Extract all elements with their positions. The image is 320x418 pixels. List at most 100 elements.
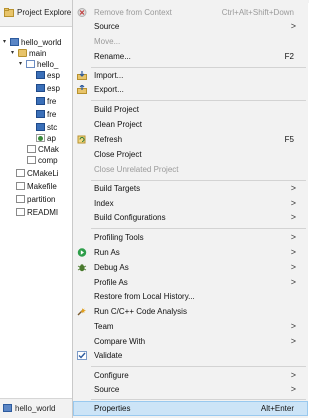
project-icon [10,38,19,46]
header-file-icon [36,123,45,131]
tree-item-file[interactable]: Makefile [16,181,57,192]
menu-item-team[interactable]: Team > [73,319,308,334]
project-explorer-icon [4,8,14,17]
submenu-arrow-icon: > [290,247,296,257]
menu-item-clean-project[interactable]: Clean Project [73,117,308,132]
tree-item-label: fre [47,97,57,106]
menu-separator [91,100,306,101]
tree-item-file[interactable]: esp [36,83,60,94]
tree-item-label: hello_world [21,38,62,47]
submenu-arrow-icon: > [290,232,296,242]
tree-item-label: esp [47,84,60,93]
tree-item-folder[interactable]: ▾ hello_ [19,59,58,70]
collapse-toggle-icon[interactable]: ▾ [19,59,26,70]
tree-item-label: Makefile [27,182,57,191]
collapse-toggle-icon[interactable]: ▾ [3,37,10,48]
header-file-icon [36,84,45,92]
menu-item-label: Source [94,22,120,31]
menu-item-run-as[interactable]: Run As > [73,245,308,260]
menu-item-properties[interactable]: Properties Alt+Enter [73,401,308,416]
menu-item-run-code-analysis[interactable]: Run C/C++ Code Analysis [73,304,308,319]
tree-item-file[interactable]: CMak [27,144,59,155]
menu-item-label: Rename... [94,52,131,61]
collapse-toggle-icon[interactable]: ▾ [11,48,18,59]
menu-item-profiling-tools[interactable]: Profiling Tools > [73,230,308,245]
menu-item-rename[interactable]: Rename... F2 [73,49,308,64]
menu-item-debug-as[interactable]: Debug As > [73,260,308,275]
tree-item-label: CMak [38,145,59,154]
tree-item-file[interactable]: CMakeLi [16,168,59,179]
menu-item-close-project[interactable]: Close Project [73,147,308,162]
source-file-dot [38,136,43,141]
menu-item-profile-as[interactable]: Profile As > [73,275,308,290]
menu-item-label: Run As [94,248,120,257]
menu-item-label: Build Configurations [94,213,166,222]
submenu-arrow-icon: > [290,198,296,208]
tree-item-file[interactable]: stc [36,122,57,133]
file-icon [27,145,36,153]
explorer-status-bar: hello_world [0,398,72,418]
header-file-icon [36,97,45,105]
menu-item-label: Team [94,322,114,331]
header-file-icon [36,110,45,118]
menu-item-label: Profile As [94,278,128,287]
tree-item-file[interactable]: READMI [16,207,58,218]
refresh-icon [77,135,86,144]
menu-item-build-project[interactable]: Build Project [73,102,308,117]
menu-item-label: Move... [94,37,121,46]
menu-item-label: Validate [94,351,123,360]
tree-item-file[interactable]: partition [16,194,55,205]
menu-item-label: Export... [94,85,124,94]
menu-item-label: Configure [94,371,129,380]
tree-item-label: main [29,49,47,58]
menu-item-validate[interactable]: Validate [73,348,308,363]
tree-item-file[interactable]: comp [27,155,58,166]
menu-item-shortcut: Alt+Enter [260,404,294,413]
tree-item-label: comp [38,156,58,165]
menu-item-source[interactable]: Source > [73,19,308,34]
menu-top-edge [73,0,309,3]
tree-item-file[interactable]: fre [36,96,56,107]
menu-item-restore-from-local-history[interactable]: Restore from Local History... [73,289,308,304]
tree-item-label: ap [47,134,56,143]
tree-item-label: hello_ [37,60,59,69]
menu-item-remove-from-context[interactable]: Remove from Context Ctrl+Alt+Shift+Down [73,5,308,20]
folder-icon [26,60,35,68]
menu-item-configure[interactable]: Configure > [73,368,308,383]
code-analysis-icon [77,308,86,316]
menu-item-move[interactable]: Move... [73,34,308,49]
menu-item-compare-with[interactable]: Compare With > [73,334,308,349]
tree-item-project[interactable]: ▾ hello_world [3,37,61,48]
submenu-arrow-icon: > [290,370,296,380]
menu-item-label: Remove from Context [94,8,172,17]
menu-item-close-unrelated-project[interactable]: Close Unrelated Project [73,162,308,177]
context-menu: Remove from Context Ctrl+Alt+Shift+Down … [72,0,309,418]
menu-item-export[interactable]: Export... [73,82,308,97]
tree-item-label: esp [47,71,60,80]
menu-item-build-targets[interactable]: Build Targets > [73,181,308,196]
menu-item-label: Close Project [94,150,142,159]
menu-item-label: Profiling Tools [94,233,144,242]
menu-item-index[interactable]: Index > [73,196,308,211]
tree-item-file[interactable]: ap [36,133,56,144]
tree-item-label: CMakeLi [27,169,59,178]
tree-item-file[interactable]: fre [36,109,56,120]
tree-item-file[interactable]: esp [36,70,60,81]
menu-item-build-configurations[interactable]: Build Configurations > [73,210,308,225]
menu-item-label: Properties [94,404,131,413]
submenu-arrow-icon: > [290,321,296,331]
selected-project-label: hello_world [15,404,56,413]
submenu-arrow-icon: > [290,336,296,346]
tree-item-folder[interactable]: ▾ main [11,48,46,59]
file-icon [16,208,25,216]
menu-item-source-2[interactable]: Source > [73,382,308,397]
submenu-arrow-icon: > [290,212,296,222]
source-file-icon [36,134,45,142]
menu-item-refresh[interactable]: Refresh F5 [73,132,308,147]
submenu-arrow-icon: > [290,384,296,394]
menu-item-import[interactable]: Import... [73,68,308,83]
menu-item-label: Compare With [94,337,146,346]
export-icon [77,85,87,94]
menu-item-label: Source [94,385,120,394]
menu-item-label: Clean Project [94,120,143,129]
